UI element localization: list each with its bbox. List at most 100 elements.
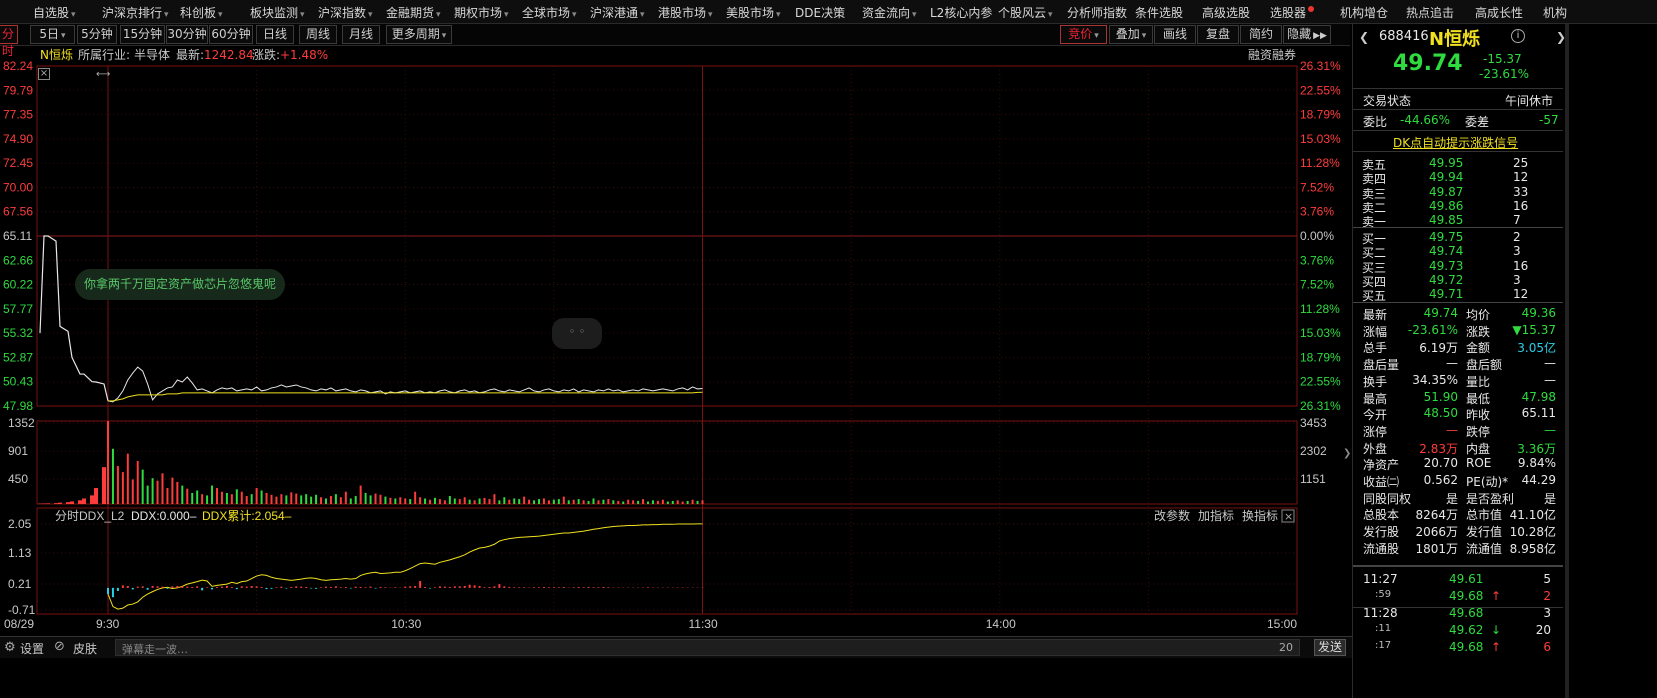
menu-item-18[interactable]: 选股器	[1270, 4, 1315, 21]
period-tab-1[interactable]: 5日 ▾	[30, 25, 75, 44]
ask-price[interactable]: 49.86	[1429, 199, 1463, 213]
menu-item-10[interactable]: 美股市场 ▾	[726, 4, 781, 21]
menu-item-15[interactable]: 分析师指数	[1067, 4, 1127, 21]
menu-item-21[interactable]: 高成长性	[1475, 4, 1523, 21]
ask-price[interactable]: 49.85	[1429, 213, 1463, 227]
menu-item-label: 自选股	[33, 6, 70, 20]
menu-item-3[interactable]: 板块监测 ▾	[250, 4, 305, 21]
stat-value: 41.10亿	[1509, 508, 1556, 523]
period-tab-3[interactable]: 15分钟	[120, 25, 165, 44]
bid-price[interactable]: 49.72	[1429, 273, 1463, 287]
stat-label: 流通值	[1466, 541, 1503, 556]
menu-item-1[interactable]: 沪深京排行 ▾	[102, 4, 169, 21]
menu-item-12[interactable]: 资金流向 ▾	[862, 4, 917, 21]
dk-signal-link[interactable]: DK点自动提示涨跌信号	[1393, 134, 1518, 151]
stat-label: 昨收	[1466, 408, 1491, 423]
menu-item-14[interactable]: 个股风云 ▾	[998, 4, 1053, 21]
stat-label: 是否盈利	[1466, 491, 1515, 506]
collapse-panel-icon[interactable]: ❯	[1343, 448, 1351, 459]
chart-tool-5[interactable]: 隐藏 ▶▶	[1283, 25, 1331, 44]
bid-price[interactable]: 49.73	[1429, 259, 1463, 273]
gear-icon[interactable]: ⚙	[4, 640, 16, 655]
ddx-button-1[interactable]: 加指标	[1198, 508, 1234, 523]
stat-value: 0.562	[1423, 473, 1458, 487]
menu-item-4[interactable]: 沪深指数 ▾	[318, 4, 373, 21]
bid-price[interactable]: 49.74	[1429, 244, 1463, 258]
period-tab-8[interactable]: 月线	[342, 25, 380, 44]
divider	[1353, 151, 1563, 152]
price-tick-label: 47.98	[3, 399, 33, 413]
percent-tick-label: 3.76%	[1300, 205, 1334, 219]
menu-item-label: 资金流向	[862, 6, 911, 20]
stat-value: 20.70	[1423, 456, 1458, 471]
stat-label: 最高	[1363, 391, 1388, 406]
chevron-down-icon: ▾	[1094, 31, 1099, 41]
menu-item-9[interactable]: 港股市场 ▾	[658, 4, 713, 21]
bid-price[interactable]: 49.75	[1429, 230, 1463, 244]
intraday-chart[interactable]: 82.24 26.31% 79.79 22.55% 77.35 18.79% 74.90 15…	[0, 46, 1350, 636]
ddx-button-0[interactable]: 改参数	[1154, 508, 1190, 523]
tick-time: :17	[1375, 640, 1392, 651]
chart-tool-1[interactable]: 叠加 ▾	[1109, 25, 1153, 44]
chart-tool-label: 竞价	[1068, 27, 1093, 41]
settings-button[interactable]: 设置	[20, 640, 44, 657]
menu-item-6[interactable]: 期权市场 ▾	[454, 4, 509, 21]
chart-tool-3[interactable]: 复盘	[1197, 25, 1239, 44]
stat-value: —	[1544, 356, 1556, 371]
prev-stock-icon[interactable]: ❮	[1359, 30, 1369, 44]
pre-open-volume-bar	[102, 467, 106, 504]
drag-handle-icon[interactable]: ⟷	[96, 69, 110, 80]
stat-label: 盘后额	[1466, 358, 1503, 373]
skin-button[interactable]: 皮肤	[73, 640, 97, 657]
period-tab-6[interactable]: 日线	[256, 25, 294, 44]
bid-volume: 3	[1513, 244, 1521, 259]
danmu-input[interactable]: 弹幕走一波… 20	[115, 639, 1300, 656]
ddx-button-2[interactable]: 换指标	[1242, 508, 1278, 523]
menu-item-17[interactable]: 高级选股	[1202, 4, 1250, 21]
menu-item-7[interactable]: 全球市场 ▾	[522, 4, 577, 21]
tick-price: 49.68	[1449, 606, 1484, 620]
chart-tool-4[interactable]: 简约	[1240, 25, 1282, 44]
menu-item-13[interactable]: L2核心内参	[930, 4, 992, 21]
price-tick-label: 67.56	[3, 205, 33, 219]
period-tab-0[interactable]: 分时	[0, 25, 18, 58]
menu-item-22[interactable]: 机构	[1543, 4, 1567, 21]
ask-price[interactable]: 49.95	[1429, 156, 1463, 170]
bid-price[interactable]: 49.71	[1429, 287, 1463, 301]
menu-item-11[interactable]: DDE决策	[795, 4, 845, 21]
comment-bubble[interactable]: 你拿两千万固定资产做芯片忽悠鬼呢	[75, 269, 285, 300]
sidebar-scrollbar[interactable]	[1565, 24, 1569, 698]
skin-icon[interactable]: ⊘	[54, 639, 65, 654]
info-icon[interactable]: i	[1511, 29, 1525, 43]
chart-tool-0[interactable]: 竞价 ▾	[1060, 25, 1107, 44]
percent-tick-label: 7.52%	[1300, 278, 1334, 292]
quote-sidebar: ❮ 688416 N恒烁 i ❯ 49.74 -15.37 -23.61% 交易状态 午间休市 委比…	[1343, 24, 1657, 698]
send-button[interactable]: 发送	[1314, 639, 1346, 656]
period-tab-9[interactable]: 更多周期 ▾	[386, 25, 452, 44]
period-tab-5[interactable]: 60分钟	[209, 25, 253, 44]
menu-item-19[interactable]: 机构增仓	[1340, 4, 1388, 21]
menu-item-8[interactable]: 沪深港通 ▾	[590, 4, 645, 21]
menu-item-5[interactable]: 金融期货 ▾	[386, 4, 441, 21]
menu-item-20[interactable]: 热点追击	[1406, 4, 1454, 21]
chevron-down-icon: ▾	[572, 10, 577, 20]
menu-item-16[interactable]: 条件选股	[1135, 4, 1183, 21]
period-tab-2[interactable]: 5分钟	[77, 25, 117, 44]
price-tick-label: 50.43	[3, 375, 33, 389]
expand-icon: ▶▶	[1313, 31, 1327, 41]
menu-item-0[interactable]: 自选股 ▾	[33, 4, 76, 21]
stat-label: 盘后量	[1363, 358, 1400, 373]
ask-price[interactable]: 49.87	[1429, 185, 1463, 199]
period-tab-4[interactable]: 30分钟	[166, 25, 208, 44]
menu-item-2[interactable]: 科创板 ▾	[180, 4, 223, 21]
ask-price[interactable]: 49.94	[1429, 170, 1463, 184]
stat-value: 49.36	[1521, 306, 1556, 320]
chevron-down-icon: ▾	[708, 10, 713, 20]
tick-volume: 20	[1535, 623, 1551, 637]
chevron-down-icon: ▾	[776, 10, 781, 20]
menu-item-label: 港股市场	[658, 6, 707, 20]
period-tab-7[interactable]: 周线	[299, 25, 337, 44]
chart-tool-2[interactable]: 画线	[1154, 25, 1196, 44]
price-tick-label: 52.87	[3, 350, 33, 364]
percent-tick-label: 15.03%	[1300, 132, 1341, 146]
